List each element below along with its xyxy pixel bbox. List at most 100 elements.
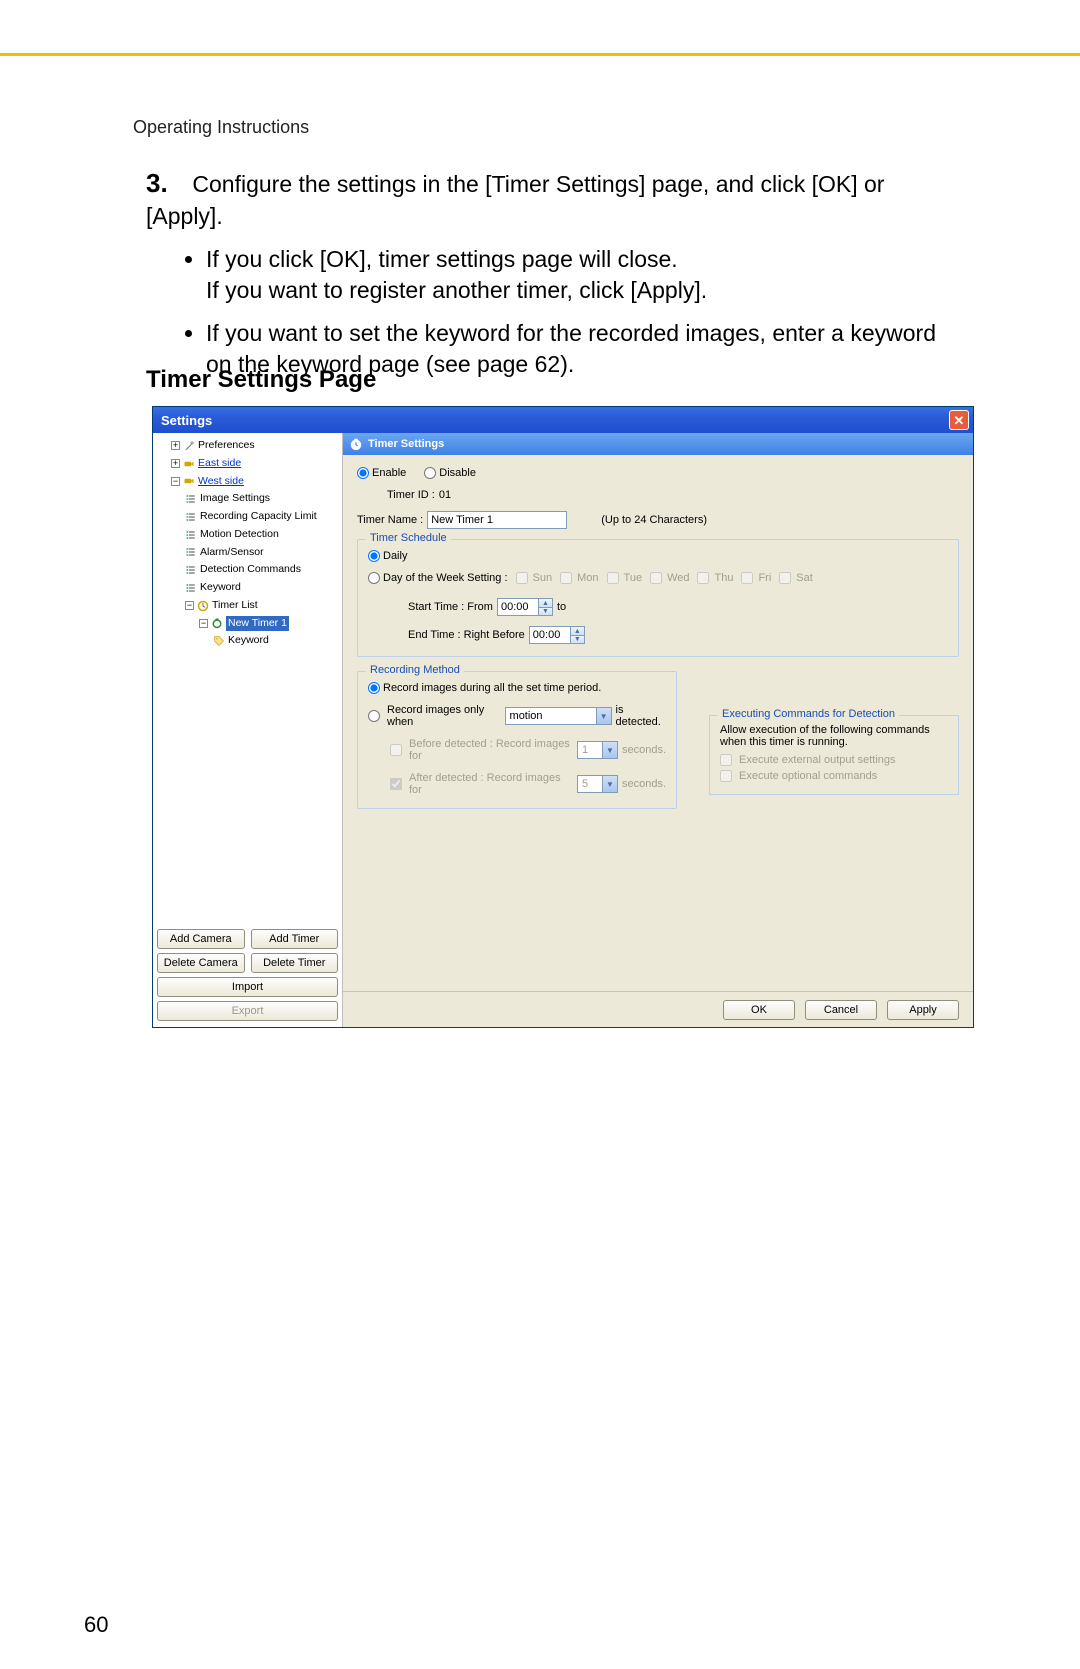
timer-name-hint: (Up to 24 Characters) xyxy=(601,514,707,526)
timer-schedule-legend: Timer Schedule xyxy=(366,532,451,544)
spinner-down-icon[interactable]: ▼ xyxy=(570,636,584,644)
collapse-icon[interactable]: − xyxy=(185,601,194,610)
timer-name-label: Timer Name : xyxy=(357,514,423,526)
chevron-down-icon[interactable]: ▼ xyxy=(596,708,611,724)
spinner-up-icon[interactable]: ▲ xyxy=(538,599,552,608)
form-area: Enable Disable Timer ID : 01 Timer Name … xyxy=(343,455,973,991)
detection-type-select[interactable]: motion ▼ xyxy=(505,707,612,725)
record-only-radio[interactable] xyxy=(368,710,383,722)
cmds-note: Allow execution of the following command… xyxy=(720,724,948,748)
executing-commands-fieldset: Executing Commands for Detection Allow e… xyxy=(709,715,959,795)
day-thu: Thu xyxy=(697,572,733,584)
import-button[interactable]: Import xyxy=(157,977,338,997)
record-all-radio[interactable]: Record images during all the set time pe… xyxy=(368,682,601,694)
tree-new-timer-1[interactable]: − New Timer 1 xyxy=(157,615,338,633)
step-number: 3. xyxy=(146,166,186,201)
disable-radio[interactable]: Disable xyxy=(424,467,476,479)
collapse-icon[interactable]: − xyxy=(171,477,180,486)
tree-image-settings[interactable]: Image Settings xyxy=(157,490,338,508)
add-camera-button[interactable]: Add Camera xyxy=(157,929,245,949)
tree-alarm-sensor[interactable]: Alarm/Sensor xyxy=(157,544,338,562)
tree-keyword[interactable]: Keyword xyxy=(157,579,338,597)
instruction-block: 3. Configure the settings in the [Timer … xyxy=(146,166,956,392)
ok-button[interactable]: OK xyxy=(723,1000,795,1020)
settings-window: Settings ✕ + Preferences + East side − xyxy=(152,406,974,1028)
bullet-1b: If you want to register another timer, c… xyxy=(206,277,707,303)
executing-commands-legend: Executing Commands for Detection xyxy=(718,708,899,720)
recording-method-fieldset: Recording Method Record images during al… xyxy=(357,671,677,809)
list-icon xyxy=(185,582,197,594)
start-time-spinner[interactable]: ▲▼ xyxy=(497,598,553,616)
settings-tree[interactable]: + Preferences + East side − West side Im… xyxy=(157,437,338,650)
bullet-1: If you click [OK], timer settings page w… xyxy=(206,244,956,306)
chevron-down-icon: ▼ xyxy=(602,742,617,758)
collapse-icon[interactable]: − xyxy=(199,619,208,628)
after-detected-check xyxy=(390,778,402,790)
day-mon: Mon xyxy=(560,572,598,584)
tree-timer-list[interactable]: − Timer List xyxy=(157,597,338,615)
left-buttons: Add Camera Add Timer Delete Camera Delet… xyxy=(157,929,338,1021)
apply-button[interactable]: Apply xyxy=(887,1000,959,1020)
end-time-label: End Time : Right Before xyxy=(408,629,525,641)
enable-radio[interactable]: Enable xyxy=(357,467,406,479)
titlebar[interactable]: Settings ✕ xyxy=(153,407,973,433)
tree-motion-detection[interactable]: Motion Detection xyxy=(157,526,338,544)
right-pane: Timer Settings Enable Disable Timer ID :… xyxy=(343,433,973,1027)
timer-schedule-fieldset: Timer Schedule Daily Day of the Week Set… xyxy=(357,539,959,657)
tree-west-side[interactable]: − West side xyxy=(157,473,338,491)
wrench-icon xyxy=(183,440,195,452)
timer-icon xyxy=(211,617,223,629)
delete-timer-button[interactable]: Delete Timer xyxy=(251,953,339,973)
page-number: 60 xyxy=(84,1612,108,1638)
section-title: Timer Settings Page xyxy=(146,366,376,394)
cancel-button[interactable]: Cancel xyxy=(805,1000,877,1020)
cmd-external-check xyxy=(720,754,732,766)
end-time-spinner[interactable]: ▲▼ xyxy=(529,626,585,644)
spinner-up-icon[interactable]: ▲ xyxy=(570,627,584,636)
tree-keyword-child[interactable]: Keyword xyxy=(157,632,338,650)
add-timer-button[interactable]: Add Timer xyxy=(251,929,339,949)
before-seconds-select: 1 ▼ xyxy=(577,741,618,759)
tree-preferences[interactable]: + Preferences xyxy=(157,437,338,455)
day-sat: Sat xyxy=(779,572,813,584)
tree-east-side[interactable]: + East side xyxy=(157,455,338,473)
timer-name-input[interactable] xyxy=(427,511,567,529)
dialog-button-bar: OK Cancel Apply xyxy=(343,991,973,1027)
list-icon xyxy=(185,511,197,523)
left-pane: + Preferences + East side − West side Im… xyxy=(153,433,343,1027)
cmd-optional-check xyxy=(720,770,732,782)
bullet-1a: If you click [OK], timer settings page w… xyxy=(206,246,678,272)
list-icon xyxy=(185,529,197,541)
expand-icon[interactable]: + xyxy=(171,441,180,450)
start-time-input[interactable] xyxy=(498,599,538,615)
list-icon xyxy=(185,564,197,576)
dow-radio[interactable]: Day of the Week Setting : xyxy=(368,572,508,584)
close-icon[interactable]: ✕ xyxy=(949,410,969,430)
panel-header: Timer Settings xyxy=(343,433,973,455)
tree-detection-commands[interactable]: Detection Commands xyxy=(157,561,338,579)
step-text: Configure the settings in the [Timer Set… xyxy=(146,171,884,229)
end-time-input[interactable] xyxy=(530,627,570,643)
page-header: Operating Instructions xyxy=(133,117,309,138)
to-label: to xyxy=(557,601,566,613)
chevron-down-icon: ▼ xyxy=(602,776,617,792)
timer-id-label: Timer ID : xyxy=(387,489,435,501)
tree-recording-capacity[interactable]: Recording Capacity Limit xyxy=(157,508,338,526)
day-tue: Tue xyxy=(607,572,643,584)
clock-icon xyxy=(197,600,209,612)
day-wed: Wed xyxy=(650,572,689,584)
day-fri: Fri xyxy=(741,572,771,584)
before-detected-check xyxy=(390,744,402,756)
export-button: Export xyxy=(157,1001,338,1021)
camera-icon xyxy=(183,475,195,487)
timer-icon xyxy=(349,437,363,451)
list-icon xyxy=(185,546,197,558)
delete-camera-button[interactable]: Delete Camera xyxy=(157,953,245,973)
expand-icon[interactable]: + xyxy=(171,459,180,468)
after-seconds-select: 5 ▼ xyxy=(577,775,618,793)
timer-id-value: 01 xyxy=(439,489,451,501)
day-sun: Sun xyxy=(516,572,553,584)
daily-radio[interactable]: Daily xyxy=(368,550,407,562)
list-icon xyxy=(185,493,197,505)
spinner-down-icon[interactable]: ▼ xyxy=(538,608,552,616)
